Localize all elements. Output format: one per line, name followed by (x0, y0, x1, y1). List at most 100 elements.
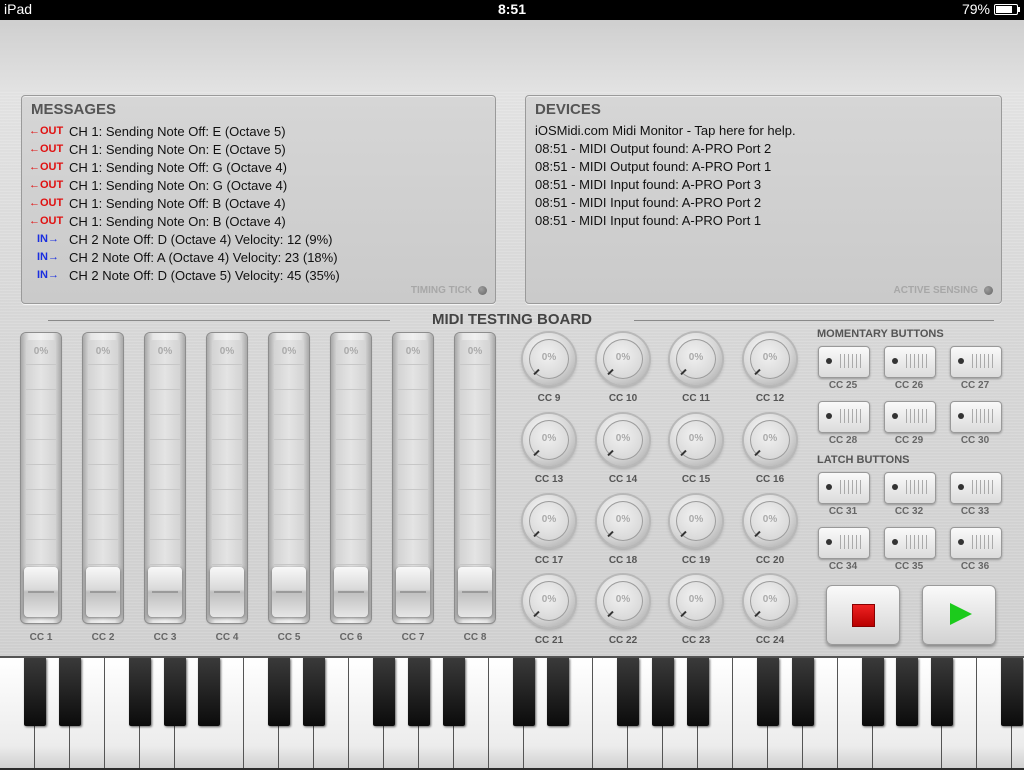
knob-cc13[interactable]: 0% (523, 414, 575, 466)
knob-cc17[interactable]: 0% (523, 495, 575, 547)
latch-button-cc36[interactable] (950, 527, 1002, 559)
slider-cc5[interactable]: 0% (269, 333, 309, 623)
knob-label: CC 10 (608, 393, 638, 404)
active-sensing-indicator: ACTIVE SENSING (894, 285, 993, 296)
grip-lines-icon (840, 535, 864, 549)
piano-black-key[interactable] (513, 658, 535, 726)
latch-button-cc31[interactable] (818, 472, 870, 504)
battery-status: 79% (962, 1, 1020, 17)
knob-value: 0% (688, 433, 704, 444)
slider-cc7[interactable]: 0% (393, 333, 433, 623)
piano-black-key[interactable] (164, 658, 186, 726)
knob-cc15[interactable]: 0% (670, 414, 722, 466)
momentary-button-cc26[interactable] (884, 346, 936, 378)
knob-label: CC 22 (608, 635, 638, 646)
knob-cc24[interactable]: 0% (744, 575, 796, 627)
knob-cc19[interactable]: 0% (670, 495, 722, 547)
latch-button-cc35[interactable] (884, 527, 936, 559)
piano-black-key[interactable] (617, 658, 639, 726)
piano-black-key[interactable] (1001, 658, 1023, 726)
message-row: ←OUT CH 1: Sending Note Off: B (Octave 4) (29, 194, 340, 212)
slider-cc1[interactable]: 0% (21, 333, 61, 623)
latch-button-cc32[interactable] (884, 472, 936, 504)
knob-label: CC 20 (755, 555, 785, 566)
grip-lines-icon (972, 480, 996, 494)
piano-black-key[interactable] (24, 658, 46, 726)
piano-black-key[interactable] (129, 658, 151, 726)
grip-lines-icon (840, 354, 864, 368)
momentary-button-cc28[interactable] (818, 401, 870, 433)
slider-thumb[interactable] (148, 567, 182, 617)
piano-black-key[interactable] (862, 658, 884, 726)
play-button[interactable] (922, 585, 996, 645)
slider-cc2[interactable]: 0% (83, 333, 123, 623)
indicator-dot-icon (958, 539, 964, 545)
piano-black-key[interactable] (896, 658, 918, 726)
knob-cc18[interactable]: 0% (597, 495, 649, 547)
timing-tick-indicator: TIMING TICK (411, 285, 487, 296)
devices-panel[interactable]: DEVICES iOSMidi.com Midi Monitor - Tap h… (525, 95, 1002, 304)
knob-cc9[interactable]: 0% (523, 333, 575, 385)
knob-value: 0% (615, 433, 631, 444)
piano-black-key[interactable] (757, 658, 779, 726)
knob-cc23[interactable]: 0% (670, 575, 722, 627)
stop-icon (852, 604, 875, 627)
knob-cc20[interactable]: 0% (744, 495, 796, 547)
slider-thumb[interactable] (210, 567, 244, 617)
stop-button[interactable] (826, 585, 900, 645)
knob-value: 0% (541, 352, 557, 363)
momentary-button-cc29[interactable] (884, 401, 936, 433)
piano-black-key[interactable] (303, 658, 325, 726)
slider-cc4[interactable]: 0% (207, 333, 247, 623)
slider-thumb[interactable] (24, 567, 58, 617)
knob-value: 0% (541, 433, 557, 444)
piano-black-key[interactable] (652, 658, 674, 726)
piano-black-key[interactable] (408, 658, 430, 726)
latch-title: LATCH BUTTONS (817, 454, 910, 466)
help-link[interactable]: iOSMidi.com Midi Monitor - Tap here for … (535, 122, 796, 140)
piano-black-key[interactable] (373, 658, 395, 726)
messages-panel[interactable]: MESSAGES ←OUT CH 1: Sending Note Off: E (… (21, 95, 496, 304)
piano-black-key[interactable] (443, 658, 465, 726)
knob-label: CC 17 (534, 555, 564, 566)
app-window: MESSAGES ←OUT CH 1: Sending Note Off: E (… (0, 20, 1024, 770)
message-text: CH 1: Sending Note On: G (Octave 4) (69, 177, 288, 193)
piano-black-key[interactable] (687, 658, 709, 726)
knob-label: CC 18 (608, 555, 638, 566)
piano-black-key[interactable] (931, 658, 953, 726)
button-label: CC 36 (960, 561, 990, 572)
knob-cc10[interactable]: 0% (597, 333, 649, 385)
latch-button-cc33[interactable] (950, 472, 1002, 504)
button-label: CC 29 (894, 435, 924, 446)
piano-black-key[interactable] (792, 658, 814, 726)
slider-thumb[interactable] (334, 567, 368, 617)
indicator-dot-icon (826, 484, 832, 490)
knob-cc12[interactable]: 0% (744, 333, 796, 385)
momentary-button-cc30[interactable] (950, 401, 1002, 433)
slider-thumb[interactable] (396, 567, 430, 617)
momentary-button-cc25[interactable] (818, 346, 870, 378)
slider-cc6[interactable]: 0% (331, 333, 371, 623)
knob-cc16[interactable]: 0% (744, 414, 796, 466)
slider-thumb[interactable] (272, 567, 306, 617)
piano-black-key[interactable] (268, 658, 290, 726)
piano-black-key[interactable] (59, 658, 81, 726)
grip-lines-icon (840, 480, 864, 494)
knob-cc21[interactable]: 0% (523, 575, 575, 627)
latch-button-cc34[interactable] (818, 527, 870, 559)
message-row: IN→ CH 2 Note Off: D (Octave 4) Velocity:… (29, 230, 340, 248)
slider-value: 0% (281, 346, 297, 357)
slider-cc3[interactable]: 0% (145, 333, 185, 623)
knob-cc11[interactable]: 0% (670, 333, 722, 385)
piano-black-key[interactable] (547, 658, 569, 726)
message-text: CH 2 Note Off: D (Octave 4) Velocity: 12… (69, 231, 333, 247)
piano-black-key[interactable] (198, 658, 220, 726)
knob-cc22[interactable]: 0% (597, 575, 649, 627)
piano-keyboard[interactable] (0, 656, 1024, 770)
button-label: CC 27 (960, 380, 990, 391)
slider-thumb[interactable] (86, 567, 120, 617)
slider-thumb[interactable] (458, 567, 492, 617)
momentary-button-cc27[interactable] (950, 346, 1002, 378)
knob-cc14[interactable]: 0% (597, 414, 649, 466)
slider-cc8[interactable]: 0% (455, 333, 495, 623)
